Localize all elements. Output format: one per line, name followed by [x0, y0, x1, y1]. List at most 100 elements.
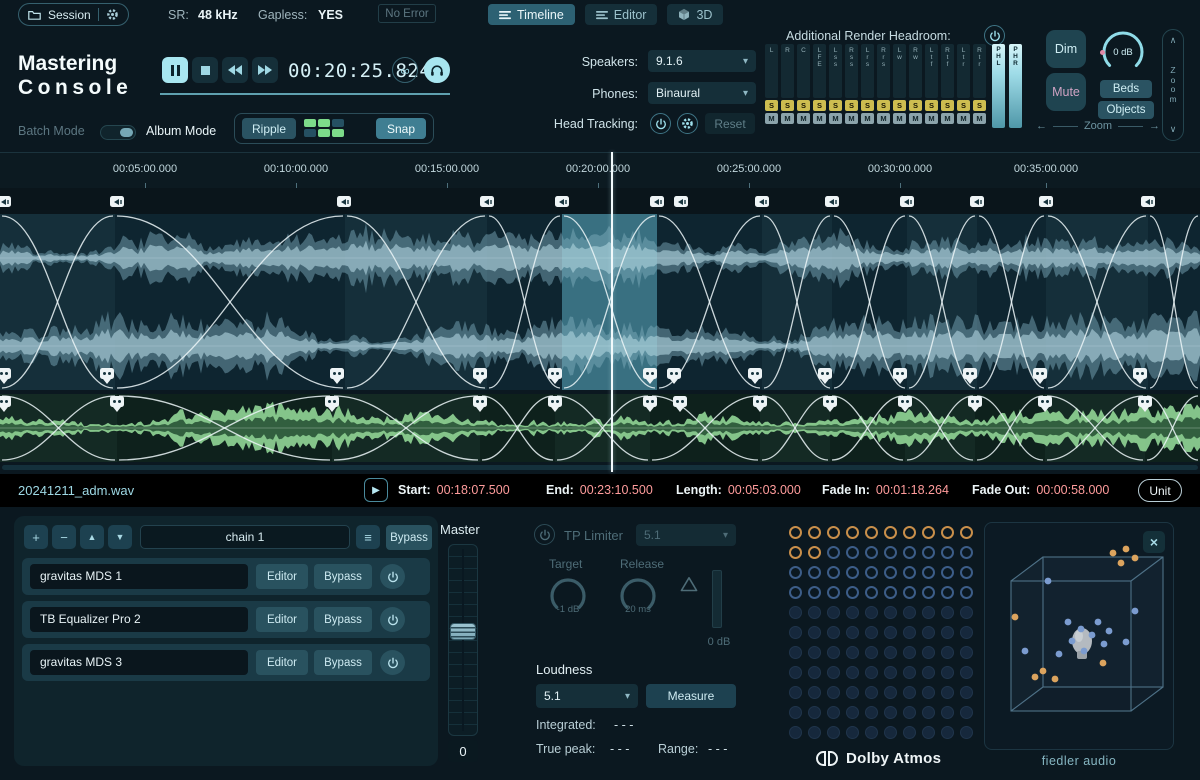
timeline-scrollbar[interactable] [2, 465, 1198, 470]
mute-button[interactable]: M [877, 113, 890, 124]
clip-marker[interactable] [818, 368, 832, 379]
section-marker[interactable] [337, 196, 351, 207]
plugin-editor-button[interactable]: Editor [256, 564, 308, 589]
section-marker[interactable] [825, 196, 839, 207]
mute-button[interactable]: M [909, 113, 922, 124]
monitor-mute-button[interactable]: Mute [1046, 73, 1086, 111]
chain-menu-button[interactable]: ≡ [356, 525, 380, 549]
solo-button[interactable]: S [765, 100, 778, 111]
album-marker[interactable] [968, 396, 982, 407]
clip-fade-in-field[interactable]: Fade In:00:01:18.264 [822, 483, 949, 497]
plugin-power-button[interactable] [380, 607, 405, 632]
clip-marker[interactable] [963, 368, 977, 379]
limiter-release-knob[interactable]: 20 ms [616, 574, 660, 618]
limiter-target-knob[interactable]: -1 dB [546, 574, 590, 618]
loudness-mode-dropdown[interactable]: 5.1▾ [536, 684, 638, 708]
plugin-bypass-button[interactable]: Bypass [314, 607, 372, 632]
mute-button[interactable]: M [957, 113, 970, 124]
master-fader-track[interactable] [448, 544, 478, 736]
album-marker[interactable] [0, 396, 11, 407]
tab-timeline[interactable]: Timeline [488, 4, 575, 25]
solo-button[interactable]: S [877, 100, 890, 111]
clip-marker[interactable] [643, 368, 657, 379]
mute-button[interactable]: M [813, 113, 826, 124]
plugin-editor-button[interactable]: Editor [256, 650, 308, 675]
album-marker[interactable] [753, 396, 767, 407]
tab-3d[interactable]: 3D [667, 4, 723, 25]
plugin-bypass-button[interactable]: Bypass [314, 564, 372, 589]
album-marker[interactable] [473, 396, 487, 407]
section-marker[interactable] [674, 196, 688, 207]
dim-button[interactable]: Dim [1046, 30, 1086, 68]
move-up-button[interactable]: ▲ [80, 525, 104, 549]
chain-bypass-button[interactable]: Bypass [386, 525, 432, 550]
solo-button[interactable]: S [925, 100, 938, 111]
album-marker[interactable] [823, 396, 837, 407]
clip-marker[interactable] [748, 368, 762, 379]
album-marker[interactable] [898, 396, 912, 407]
mute-button[interactable]: M [845, 113, 858, 124]
section-marker[interactable] [970, 196, 984, 207]
limiter-mode-dropdown[interactable]: 5.1▾ [636, 524, 736, 546]
clip-play-button[interactable]: ▶ [364, 478, 388, 502]
solo-button[interactable]: S [909, 100, 922, 111]
remove-plugin-button[interactable]: − [52, 525, 76, 549]
album-marker[interactable] [110, 396, 124, 407]
section-marker[interactable] [0, 196, 11, 207]
rewind-button[interactable] [222, 57, 248, 83]
section-marker[interactable] [1141, 196, 1155, 207]
ripple-button[interactable]: Ripple [242, 118, 296, 139]
section-marker[interactable] [900, 196, 914, 207]
forward-button[interactable] [252, 57, 278, 83]
objects-button[interactable]: Objects [1098, 101, 1154, 119]
session-button[interactable]: Session [48, 8, 91, 22]
head-tracking-settings-button[interactable] [677, 113, 698, 134]
loudness-measure-button[interactable]: Measure [646, 684, 736, 708]
album-track-waveform[interactable] [0, 394, 1200, 462]
solo-button[interactable]: S [973, 100, 986, 111]
plugin-editor-button[interactable]: Editor [256, 607, 308, 632]
album-marker[interactable] [673, 396, 687, 407]
mute-button[interactable]: M [973, 113, 986, 124]
snap-button[interactable]: Snap [376, 118, 426, 139]
plugin-power-button[interactable] [380, 650, 405, 675]
solo-button[interactable]: S [797, 100, 810, 111]
section-marker[interactable] [650, 196, 664, 207]
section-marker[interactable] [1039, 196, 1053, 207]
mute-button[interactable]: M [829, 113, 842, 124]
section-marker[interactable] [110, 196, 124, 207]
section-marker[interactable] [480, 196, 494, 207]
mute-button[interactable]: M [797, 113, 810, 124]
tab-editor[interactable]: Editor [585, 4, 658, 25]
plugin-name[interactable]: TB Equalizer Pro 2 [30, 607, 248, 632]
add-plugin-button[interactable]: + [24, 525, 48, 549]
section-marker[interactable] [555, 196, 569, 207]
clip-marker[interactable] [100, 368, 114, 379]
3d-room-scene[interactable] [985, 523, 1173, 737]
phones-dropdown[interactable]: Binaural▾ [648, 82, 756, 104]
clip-marker[interactable] [330, 368, 344, 379]
solo-button[interactable]: S [861, 100, 874, 111]
crossfade-shape-selector[interactable] [304, 119, 344, 137]
unit-toggle-button[interactable]: Unit [1138, 479, 1182, 502]
head-tracking-power-button[interactable] [650, 113, 671, 134]
clip-marker[interactable] [893, 368, 907, 379]
clip-marker[interactable] [1033, 368, 1047, 379]
clip-fade-out-field[interactable]: Fade Out:00:00:58.000 [972, 483, 1109, 497]
clip-marker[interactable] [667, 368, 681, 379]
render-headroom-power-button[interactable] [984, 25, 1005, 46]
stop-button[interactable] [192, 57, 218, 83]
pause-button[interactable] [162, 57, 188, 83]
album-marker[interactable] [548, 396, 562, 407]
clip-end-field[interactable]: End:00:23:10.500 [546, 483, 653, 497]
master-fader-value[interactable]: 0 [448, 740, 478, 762]
move-down-button[interactable]: ▼ [108, 525, 132, 549]
timeline-ruler[interactable]: 00:05:00.00000:10:00.00000:15:00.00000:2… [0, 152, 1200, 188]
clip-marker[interactable] [548, 368, 562, 379]
playhead[interactable] [611, 152, 613, 472]
album-marker[interactable] [1038, 396, 1052, 407]
main-waveform[interactable] [0, 214, 1200, 390]
solo-button[interactable]: S [829, 100, 842, 111]
plugin-power-button[interactable] [380, 564, 405, 589]
album-marker[interactable] [643, 396, 657, 407]
